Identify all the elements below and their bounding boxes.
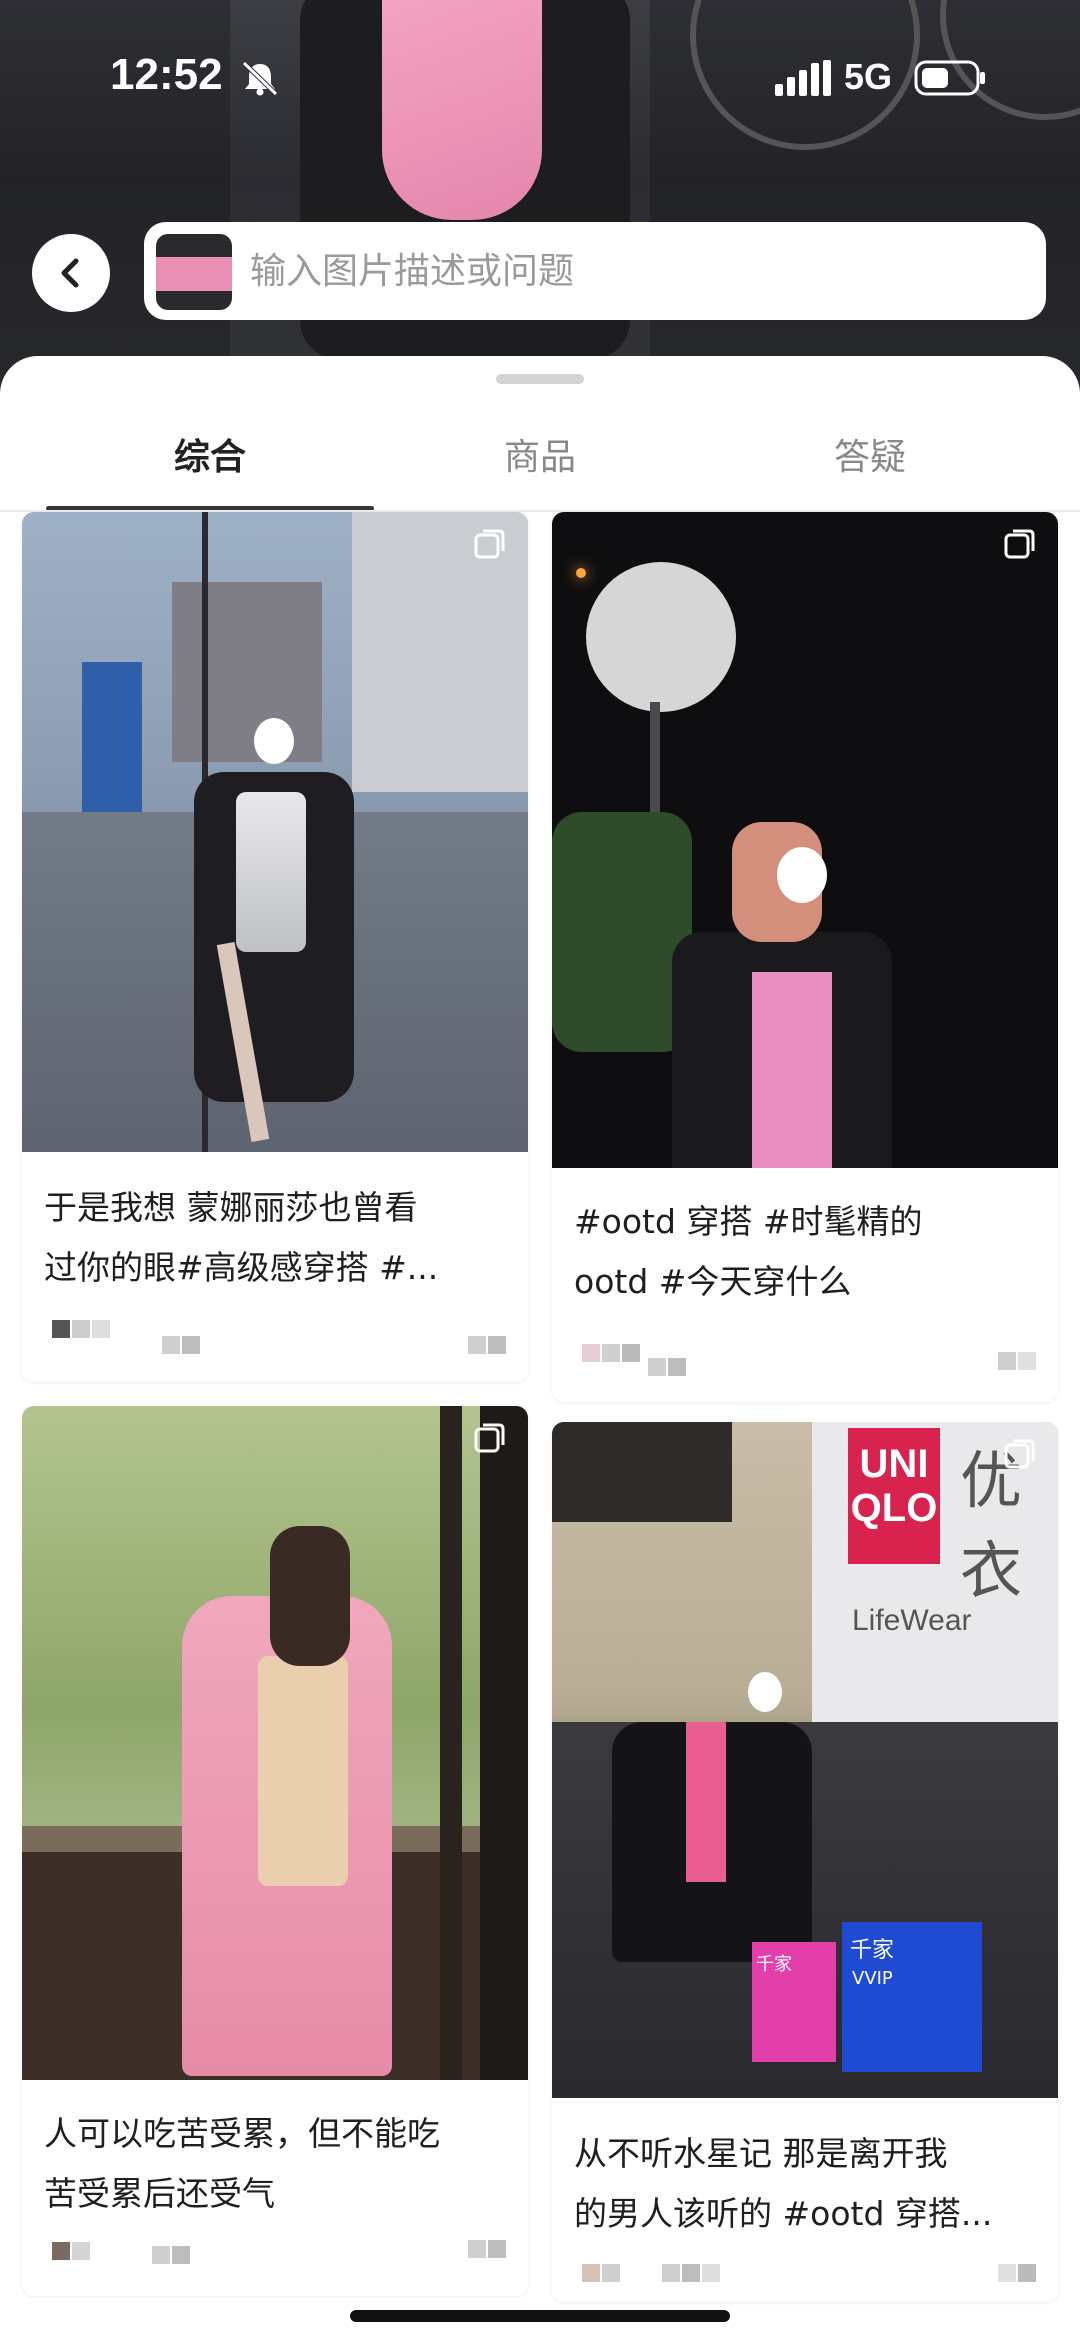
lifewear-sign: LifeWear (852, 1604, 972, 1637)
feed-card-caption[interactable]: 于是我想 蒙娜丽莎也曾看 过你的眼#高级感穿搭 #... (44, 1178, 512, 1298)
author-name[interactable] (662, 2264, 722, 2286)
status-time: 12:52 (110, 50, 223, 99)
tab-products[interactable]: 商品 (440, 428, 640, 480)
battery-icon (914, 60, 985, 96)
like-count[interactable] (998, 2264, 1038, 2286)
store-logo: UNI QLO (848, 1428, 940, 1564)
feed-card-caption[interactable]: 人可以吃苦受累，但不能吃 苦受累后还受气 (44, 2104, 512, 2224)
author-name[interactable] (648, 1358, 688, 1380)
feed-card[interactable]: UNI QLO 优衣 LifeWear 千家 千家 VVIP 从不听水星记 那是离… (552, 1422, 1058, 2302)
feed-card-image[interactable] (552, 512, 1058, 1168)
author-avatar[interactable] (582, 1344, 642, 1366)
signal-icon (775, 60, 831, 96)
back-button[interactable] (32, 234, 110, 312)
chevron-left-icon (61, 258, 79, 288)
search-bar[interactable] (144, 222, 1046, 320)
feed-card-caption[interactable]: 从不听水星记 那是离开我 的男人该听的 #ootd 穿搭... (574, 2124, 1042, 2244)
feed-card-image[interactable] (22, 1406, 528, 2080)
multi-image-icon (474, 1423, 505, 1453)
like-count[interactable] (468, 1336, 508, 1358)
multi-image-icon (474, 529, 505, 559)
like-count[interactable] (998, 1352, 1038, 1374)
multi-image-icon (1004, 529, 1035, 559)
multi-image-icon (1004, 1439, 1035, 1469)
feed-card-caption[interactable]: #ootd 穿搭 #时髦精的 ootd #今天穿什么 (574, 1192, 1042, 1312)
author-avatar[interactable] (52, 1320, 112, 1342)
author-avatar[interactable] (52, 2242, 92, 2264)
search-image-thumbnail[interactable] (156, 234, 232, 310)
feed-card[interactable]: 人可以吃苦受累，但不能吃 苦受累后还受气 (22, 1406, 528, 2296)
feed-card-image[interactable] (22, 512, 528, 1152)
drag-handle[interactable] (496, 374, 584, 384)
like-count[interactable] (468, 2240, 508, 2262)
author-name[interactable] (152, 2246, 192, 2268)
feed-card[interactable]: #ootd 穿搭 #时髦精的 ootd #今天穿什么 (552, 512, 1058, 1402)
author-name[interactable] (162, 1336, 202, 1358)
tab-qa[interactable]: 答疑 (770, 428, 970, 480)
bell-muted-icon (242, 61, 278, 96)
feed-card-image[interactable]: UNI QLO 优衣 LifeWear 千家 千家 VVIP (552, 1422, 1058, 2098)
feed-card[interactable]: 于是我想 蒙娜丽莎也曾看 过你的眼#高级感穿搭 #... (22, 512, 528, 1382)
author-avatar[interactable] (582, 2264, 622, 2286)
home-indicator[interactable] (350, 2310, 730, 2322)
tab-comprehensive[interactable]: 综合 (110, 428, 310, 480)
shopping-bag-blue: 千家 VVIP (842, 1922, 982, 2072)
network-label: 5G (844, 56, 893, 97)
shopping-bag-pink: 千家 (752, 1942, 836, 2062)
search-input[interactable] (248, 222, 1028, 320)
